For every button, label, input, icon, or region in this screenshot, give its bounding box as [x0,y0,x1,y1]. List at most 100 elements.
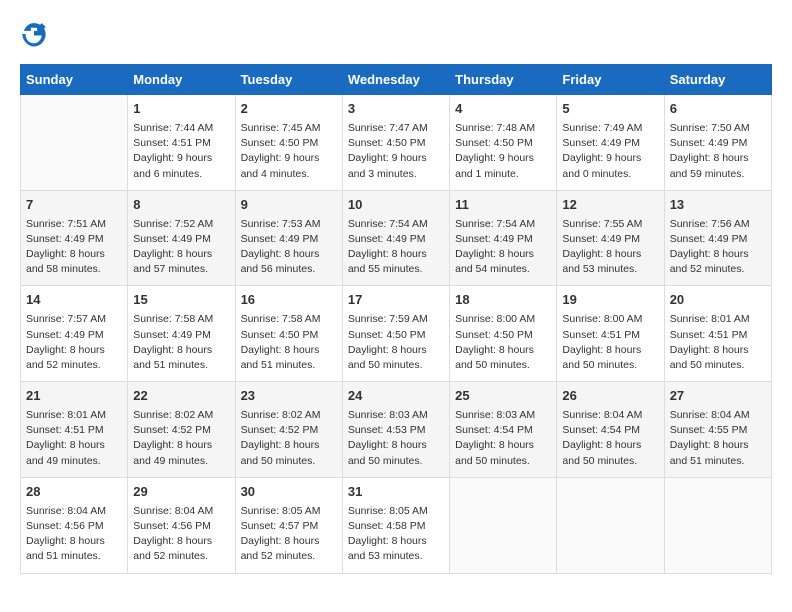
day-number: 26 [562,387,658,406]
day-number: 15 [133,291,229,310]
calendar-cell: 1 Sunrise: 7:44 AMSunset: 4:51 PMDaylight… [128,95,235,191]
calendar-cell: 13 Sunrise: 7:56 AMSunset: 4:49 PMDayligh… [664,190,771,286]
day-number: 31 [348,483,444,502]
day-number: 3 [348,100,444,119]
calendar-cell [21,95,128,191]
calendar-cell: 20Sunrise: 8:01 AMSunset: 4:51 PMDayligh… [664,286,771,382]
day-number: 17 [348,291,444,310]
calendar-cell: 16 Sunrise: 7:58 AMSunset: 4:50 PMDayligh… [235,286,342,382]
day-number: 21 [26,387,122,406]
calendar-week-row: 7 Sunrise: 7:51 AMSunset: 4:49 PMDaylight… [21,190,772,286]
calendar-cell: 17 Sunrise: 7:59 AMSunset: 4:50 PMDayligh… [342,286,449,382]
day-info: Sunrise: 7:59 AMSunset: 4:50 PMDaylight:… [348,312,444,373]
logo-icon [20,20,48,48]
day-info: Sunrise: 8:05 AMSunset: 4:57 PMDaylight:… [241,504,337,565]
calendar-cell: 19Sunrise: 8:00 AMSunset: 4:51 PMDayligh… [557,286,664,382]
calendar-cell: 3 Sunrise: 7:47 AMSunset: 4:50 PMDaylight… [342,95,449,191]
day-info: Sunrise: 7:57 AMSunset: 4:49 PMDaylight:… [26,312,122,373]
calendar-cell: 12 Sunrise: 7:55 AMSunset: 4:49 PMDayligh… [557,190,664,286]
day-number: 23 [241,387,337,406]
weekday-header: Thursday [450,65,557,95]
day-info: Sunrise: 8:02 AMSunset: 4:52 PMDaylight:… [133,408,229,469]
weekday-header: Monday [128,65,235,95]
day-number: 14 [26,291,122,310]
day-info: Sunrise: 8:01 AMSunset: 4:51 PMDaylight:… [26,408,122,469]
day-info: Sunrise: 8:04 AMSunset: 4:54 PMDaylight:… [562,408,658,469]
calendar-cell [450,477,557,573]
day-number: 7 [26,196,122,215]
day-number: 12 [562,196,658,215]
calendar-cell: 27 Sunrise: 8:04 AMSunset: 4:55 PMDayligh… [664,382,771,478]
day-number: 27 [670,387,766,406]
calendar-cell: 8Sunrise: 7:52 AMSunset: 4:49 PMDaylight… [128,190,235,286]
day-number: 30 [241,483,337,502]
calendar-cell: 4 Sunrise: 7:48 AMSunset: 4:50 PMDaylight… [450,95,557,191]
calendar-header-row: SundayMondayTuesdayWednesdayThursdayFrid… [21,65,772,95]
day-info: Sunrise: 7:54 AMSunset: 4:49 PMDaylight:… [348,217,444,278]
weekday-header: Sunday [21,65,128,95]
day-number: 25 [455,387,551,406]
day-info: Sunrise: 8:03 AMSunset: 4:54 PMDaylight:… [455,408,551,469]
calendar-week-row: 14 Sunrise: 7:57 AMSunset: 4:49 PMDayligh… [21,286,772,382]
day-info: Sunrise: 7:56 AMSunset: 4:49 PMDaylight:… [670,217,766,278]
day-info: Sunrise: 8:01 AMSunset: 4:51 PMDaylight:… [670,312,766,373]
calendar-cell: 21 Sunrise: 8:01 AMSunset: 4:51 PMDayligh… [21,382,128,478]
day-number: 1 [133,100,229,119]
day-info: Sunrise: 7:50 AMSunset: 4:49 PMDaylight:… [670,121,766,182]
calendar-cell: 24 Sunrise: 8:03 AMSunset: 4:53 PMDayligh… [342,382,449,478]
calendar-cell: 14 Sunrise: 7:57 AMSunset: 4:49 PMDayligh… [21,286,128,382]
day-info: Sunrise: 7:52 AMSunset: 4:49 PMDaylight:… [133,217,229,278]
day-number: 2 [241,100,337,119]
calendar-cell: 15 Sunrise: 7:58 AMSunset: 4:49 PMDayligh… [128,286,235,382]
day-info: Sunrise: 7:54 AMSunset: 4:49 PMDaylight:… [455,217,551,278]
day-info: Sunrise: 7:48 AMSunset: 4:50 PMDaylight:… [455,121,551,182]
day-info: Sunrise: 8:00 AMSunset: 4:50 PMDaylight:… [455,312,551,373]
calendar-cell: 5 Sunrise: 7:49 AMSunset: 4:49 PMDaylight… [557,95,664,191]
calendar-cell: 2Sunrise: 7:45 AMSunset: 4:50 PMDaylight… [235,95,342,191]
day-info: Sunrise: 8:04 AMSunset: 4:56 PMDaylight:… [26,504,122,565]
calendar-cell: 11 Sunrise: 7:54 AMSunset: 4:49 PMDayligh… [450,190,557,286]
day-number: 19 [562,291,658,310]
day-info: Sunrise: 7:58 AMSunset: 4:49 PMDaylight:… [133,312,229,373]
weekday-header: Saturday [664,65,771,95]
calendar-cell: 28 Sunrise: 8:04 AMSunset: 4:56 PMDayligh… [21,477,128,573]
day-info: Sunrise: 7:47 AMSunset: 4:50 PMDaylight:… [348,121,444,182]
calendar-cell: 10Sunrise: 7:54 AMSunset: 4:49 PMDayligh… [342,190,449,286]
calendar-cell: 31Sunrise: 8:05 AMSunset: 4:58 PMDayligh… [342,477,449,573]
day-info: Sunrise: 8:04 AMSunset: 4:55 PMDaylight:… [670,408,766,469]
day-info: Sunrise: 7:49 AMSunset: 4:49 PMDaylight:… [562,121,658,182]
day-number: 28 [26,483,122,502]
calendar-table: SundayMondayTuesdayWednesdayThursdayFrid… [20,64,772,574]
calendar-cell: 9 Sunrise: 7:53 AMSunset: 4:49 PMDaylight… [235,190,342,286]
calendar-week-row: 21 Sunrise: 8:01 AMSunset: 4:51 PMDayligh… [21,382,772,478]
day-number: 13 [670,196,766,215]
day-info: Sunrise: 7:44 AMSunset: 4:51 PMDaylight:… [133,121,229,182]
day-number: 11 [455,196,551,215]
logo [20,20,52,48]
day-info: Sunrise: 7:51 AMSunset: 4:49 PMDaylight:… [26,217,122,278]
day-number: 18 [455,291,551,310]
day-info: Sunrise: 7:55 AMSunset: 4:49 PMDaylight:… [562,217,658,278]
day-number: 5 [562,100,658,119]
day-info: Sunrise: 7:58 AMSunset: 4:50 PMDaylight:… [241,312,337,373]
day-number: 22 [133,387,229,406]
calendar-cell: 6 Sunrise: 7:50 AMSunset: 4:49 PMDaylight… [664,95,771,191]
weekday-header: Friday [557,65,664,95]
calendar-cell: 18 Sunrise: 8:00 AMSunset: 4:50 PMDayligh… [450,286,557,382]
day-info: Sunrise: 8:03 AMSunset: 4:53 PMDaylight:… [348,408,444,469]
calendar-cell: 22 Sunrise: 8:02 AMSunset: 4:52 PMDayligh… [128,382,235,478]
day-info: Sunrise: 7:53 AMSunset: 4:49 PMDaylight:… [241,217,337,278]
page-header [20,20,772,48]
calendar-week-row: 1 Sunrise: 7:44 AMSunset: 4:51 PMDaylight… [21,95,772,191]
weekday-header: Tuesday [235,65,342,95]
day-number: 9 [241,196,337,215]
day-number: 4 [455,100,551,119]
day-number: 24 [348,387,444,406]
day-number: 6 [670,100,766,119]
calendar-cell: 25 Sunrise: 8:03 AMSunset: 4:54 PMDayligh… [450,382,557,478]
calendar-cell: 29Sunrise: 8:04 AMSunset: 4:56 PMDayligh… [128,477,235,573]
calendar-cell [557,477,664,573]
calendar-cell: 30 Sunrise: 8:05 AMSunset: 4:57 PMDayligh… [235,477,342,573]
day-number: 16 [241,291,337,310]
calendar-cell: 23Sunrise: 8:02 AMSunset: 4:52 PMDayligh… [235,382,342,478]
